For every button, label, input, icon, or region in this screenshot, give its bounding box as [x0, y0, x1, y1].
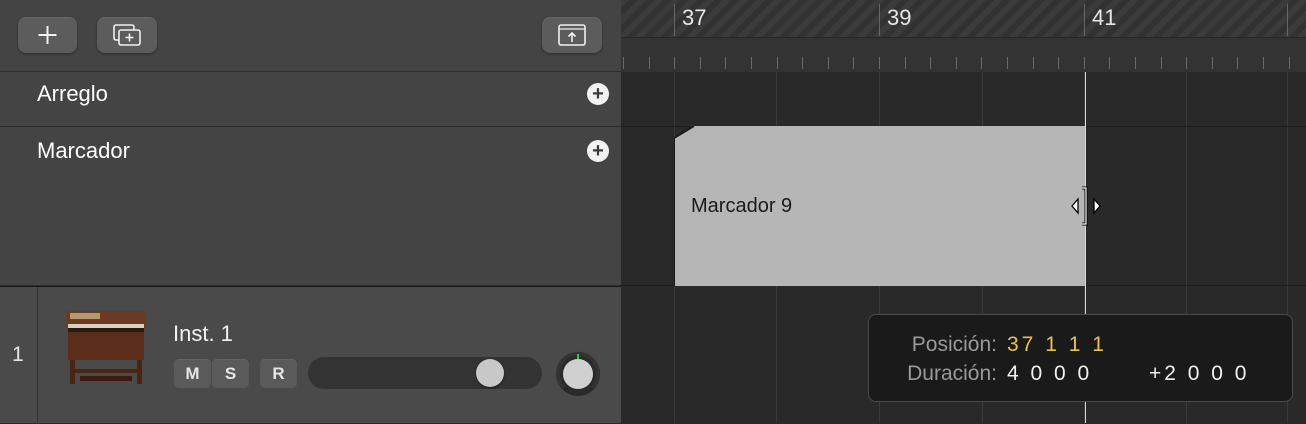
resize-cursor-icon [1071, 186, 1101, 226]
ruler-tick [623, 57, 624, 69]
new-track-stack-button[interactable] [97, 17, 157, 53]
ruler-tick [981, 57, 982, 69]
bar-number: 37 [682, 5, 707, 30]
record-enable-button[interactable]: R [260, 359, 297, 388]
bar-line [1287, 4, 1288, 36]
track-header-toolbar [0, 0, 621, 72]
plus-icon: + [592, 83, 604, 105]
bar-number: 39 [887, 5, 912, 30]
ruler-tick [1212, 57, 1213, 69]
global-track-label: Marcador [37, 138, 130, 163]
ruler-tick [1135, 57, 1136, 69]
ruler-tick [649, 57, 650, 69]
mute-button[interactable]: M [174, 359, 211, 388]
ruler-tick [1007, 57, 1008, 69]
ruler-tick [828, 57, 829, 69]
solo-button[interactable]: S [212, 359, 249, 388]
ruler-tick [1033, 57, 1034, 69]
add-track-button[interactable] [18, 17, 77, 53]
ruler-tick [853, 57, 854, 69]
position-value: 37 1 1 1 [1007, 333, 1107, 356]
ruler-tick [1186, 57, 1187, 69]
ruler-tick [1237, 57, 1238, 69]
bar-line [1084, 4, 1085, 36]
volume-slider[interactable] [308, 357, 542, 389]
arrangement-global-track[interactable]: Arreglo + [0, 72, 621, 127]
ruler-tick [1161, 57, 1162, 69]
track-number: 1 [12, 343, 24, 366]
track-number-column: 1 [0, 287, 38, 424]
bar-number: 41 [1092, 5, 1117, 30]
position-label: Posición: [911, 333, 997, 356]
add-arrangement-marker-button[interactable]: + [587, 83, 609, 105]
ruler-tick [674, 57, 675, 69]
ruler-tick [879, 57, 880, 69]
pan-knob-icon[interactable] [555, 351, 601, 397]
bar-ruler[interactable]: 37 39 41 [621, 0, 1306, 72]
track-stack-icon [113, 24, 141, 46]
ruler-tick [1289, 57, 1290, 69]
ruler-tick [802, 57, 803, 69]
track-name[interactable]: Inst. 1 [173, 321, 233, 347]
ruler-cycle-area[interactable] [621, 0, 1306, 38]
duration-value: 4 0 0 0 [1007, 362, 1093, 385]
bar-line [879, 4, 880, 36]
position-duration-tooltip: Posición: 37 1 1 1 Duración: 4 0 0 0 +2 … [868, 314, 1293, 402]
ruler-tick [725, 57, 726, 69]
volume-slider-thumb[interactable] [476, 359, 504, 387]
duration-label: Duración: [907, 362, 997, 385]
duration-delta-value: +2 0 0 0 [1149, 362, 1250, 385]
ruler-tick [777, 57, 778, 69]
ruler-tick [1058, 57, 1059, 69]
ruler-tick [1109, 57, 1110, 69]
ruler-tick [930, 57, 931, 69]
plus-icon: + [592, 140, 604, 162]
add-marker-button[interactable]: + [587, 140, 609, 162]
track-header-inst-1[interactable]: 1 Inst. 1 M S R [0, 286, 621, 424]
ruler-tick [751, 57, 752, 69]
plus-icon [38, 26, 57, 44]
ruler-tick [956, 57, 957, 69]
marker-global-track[interactable]: Marcador + [0, 127, 621, 286]
bar-line [674, 4, 675, 36]
ruler-tick [905, 57, 906, 69]
global-track-label: Arreglo [37, 81, 108, 106]
upload-icon [558, 24, 586, 46]
ruler-tick [1263, 57, 1264, 69]
upload-button[interactable] [542, 17, 602, 53]
ruler-tick [1084, 57, 1085, 69]
organ-instrument-icon [66, 311, 146, 384]
ruler-tick [700, 57, 701, 69]
marker-name: Marcador 9 [691, 195, 793, 217]
